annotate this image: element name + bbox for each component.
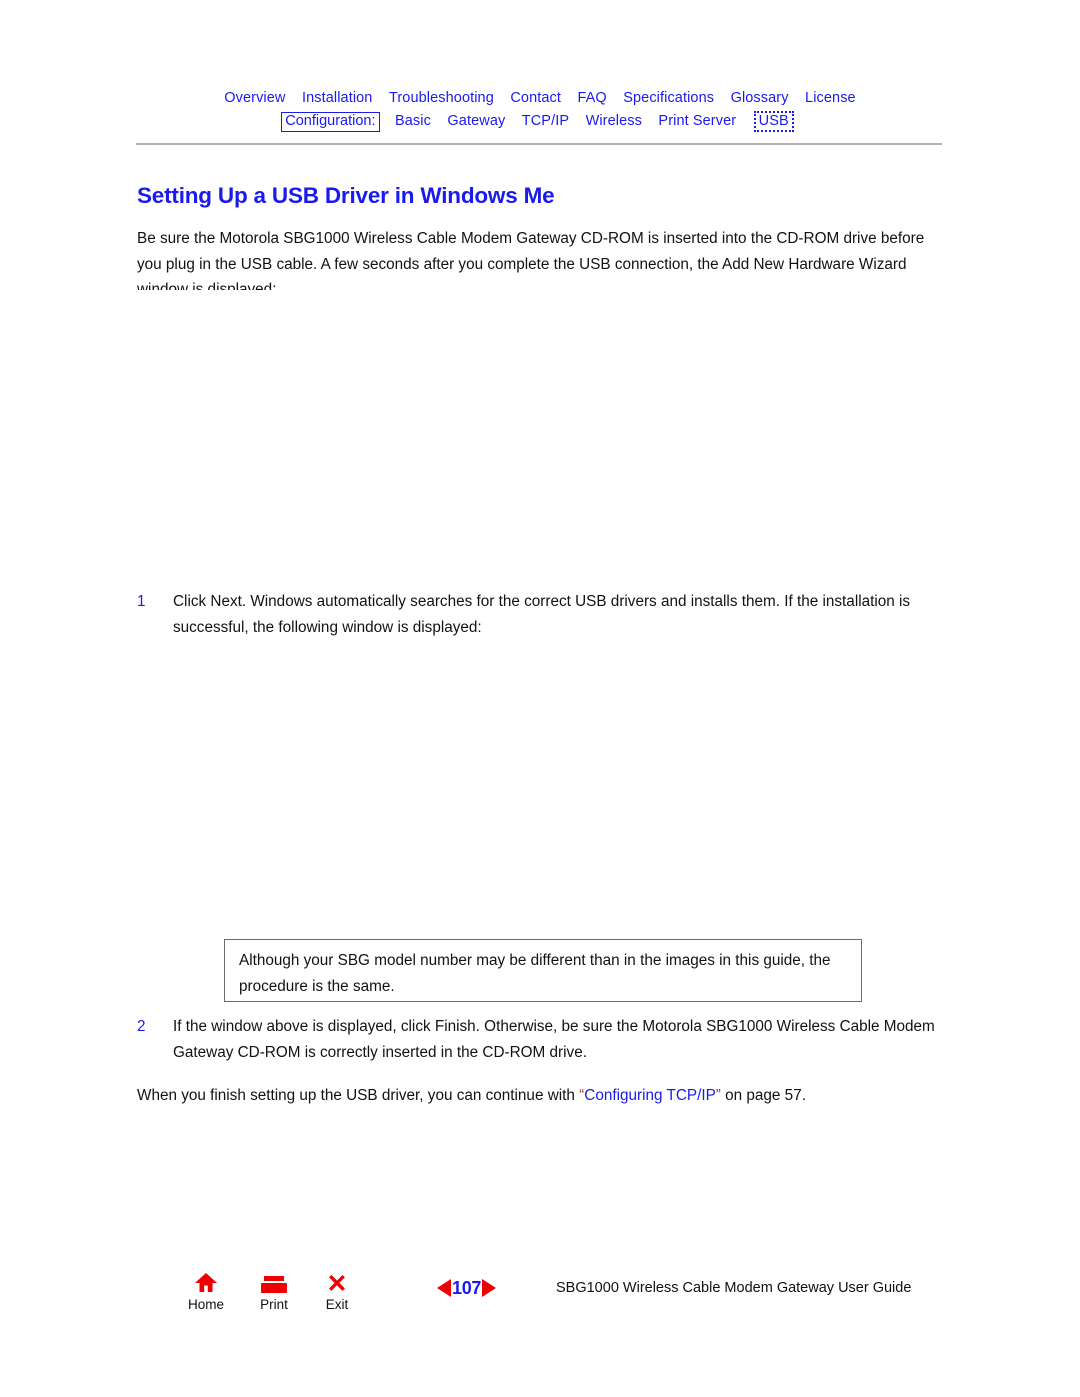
exit-button[interactable]: ✕ Exit	[309, 1270, 365, 1313]
nav-link-print-server[interactable]: Print Server	[658, 111, 736, 131]
nav-link-glossary[interactable]: Glossary	[731, 88, 789, 108]
step-item-2: 2 If the window above is displayed, clic…	[137, 1014, 943, 1065]
nav-link-basic[interactable]: Basic	[395, 111, 431, 131]
nav-link-overview[interactable]: Overview	[224, 88, 285, 108]
nav-link-faq[interactable]: FAQ	[577, 88, 606, 108]
home-button[interactable]: Home	[178, 1272, 234, 1312]
nav-link-troubleshooting[interactable]: Troubleshooting	[389, 88, 494, 108]
previous-page-button[interactable]	[437, 1278, 451, 1297]
nav-row-configuration: Configuration: Basic Gateway TCP/IP Wire…	[0, 111, 1080, 132]
close-x-icon: ✕	[326, 1270, 348, 1298]
printer-icon	[246, 1272, 302, 1296]
document-navigation-bar: Overview Installation Troubleshooting Co…	[0, 88, 1080, 132]
nav-link-contact[interactable]: Contact	[510, 88, 561, 108]
step-item-1: 1 Click Next. Windows automatically sear…	[137, 589, 943, 640]
nav-link-license[interactable]: License	[805, 88, 856, 108]
nav-section-label-configuration: Configuration:	[281, 112, 380, 132]
header-divider	[136, 143, 942, 145]
nav-row-primary: Overview Installation Troubleshooting Co…	[0, 88, 1080, 108]
nav-link-tcpip[interactable]: TCP/IP	[522, 111, 569, 131]
note-text: Although your SBG model number may be di…	[239, 952, 831, 995]
nav-link-wireless[interactable]: Wireless	[586, 111, 642, 131]
closing-paragraph: When you finish setting up the USB drive…	[137, 1083, 943, 1109]
footer-toolbar: Home Print ✕ Exit	[178, 1272, 378, 1320]
home-icon	[178, 1272, 234, 1296]
print-button[interactable]: Print	[246, 1272, 302, 1312]
footer-guide-title: SBG1000 Wireless Cable Modem Gateway Use…	[556, 1280, 912, 1296]
nav-link-specifications[interactable]: Specifications	[623, 88, 714, 108]
nav-link-installation[interactable]: Installation	[302, 88, 373, 108]
step-text: If the window above is displayed, click …	[173, 1018, 935, 1061]
page-title: Setting Up a USB Driver in Windows Me	[137, 183, 555, 209]
home-label: Home	[187, 1297, 224, 1312]
figure-installation-complete	[137, 642, 943, 930]
nav-link-gateway[interactable]: Gateway	[447, 111, 505, 131]
triangle-right-icon	[482, 1278, 497, 1297]
figure-add-new-hardware-wizard	[137, 290, 943, 580]
step-number: 2	[137, 1018, 146, 1035]
closing-text-after: on page 57.	[720, 1087, 806, 1105]
next-page-button[interactable]	[482, 1278, 497, 1297]
step-text: Click Next. Windows automatically search…	[173, 593, 911, 636]
nav-link-usb-current[interactable]: USB	[753, 111, 794, 132]
closing-text-before: When you finish setting up the USB drive…	[137, 1087, 580, 1105]
triangle-left-icon	[437, 1278, 451, 1297]
cross-reference-link-configuring-tcpip[interactable]: Configuring TCP/IP	[584, 1087, 716, 1104]
page-number: 107	[452, 1278, 482, 1298]
step-number: 1	[137, 593, 146, 610]
print-label: Print	[260, 1297, 288, 1312]
note-box: Although your SBG model number may be di…	[224, 939, 862, 1002]
exit-label: Exit	[325, 1297, 349, 1312]
page-navigation: 107	[437, 1278, 497, 1302]
